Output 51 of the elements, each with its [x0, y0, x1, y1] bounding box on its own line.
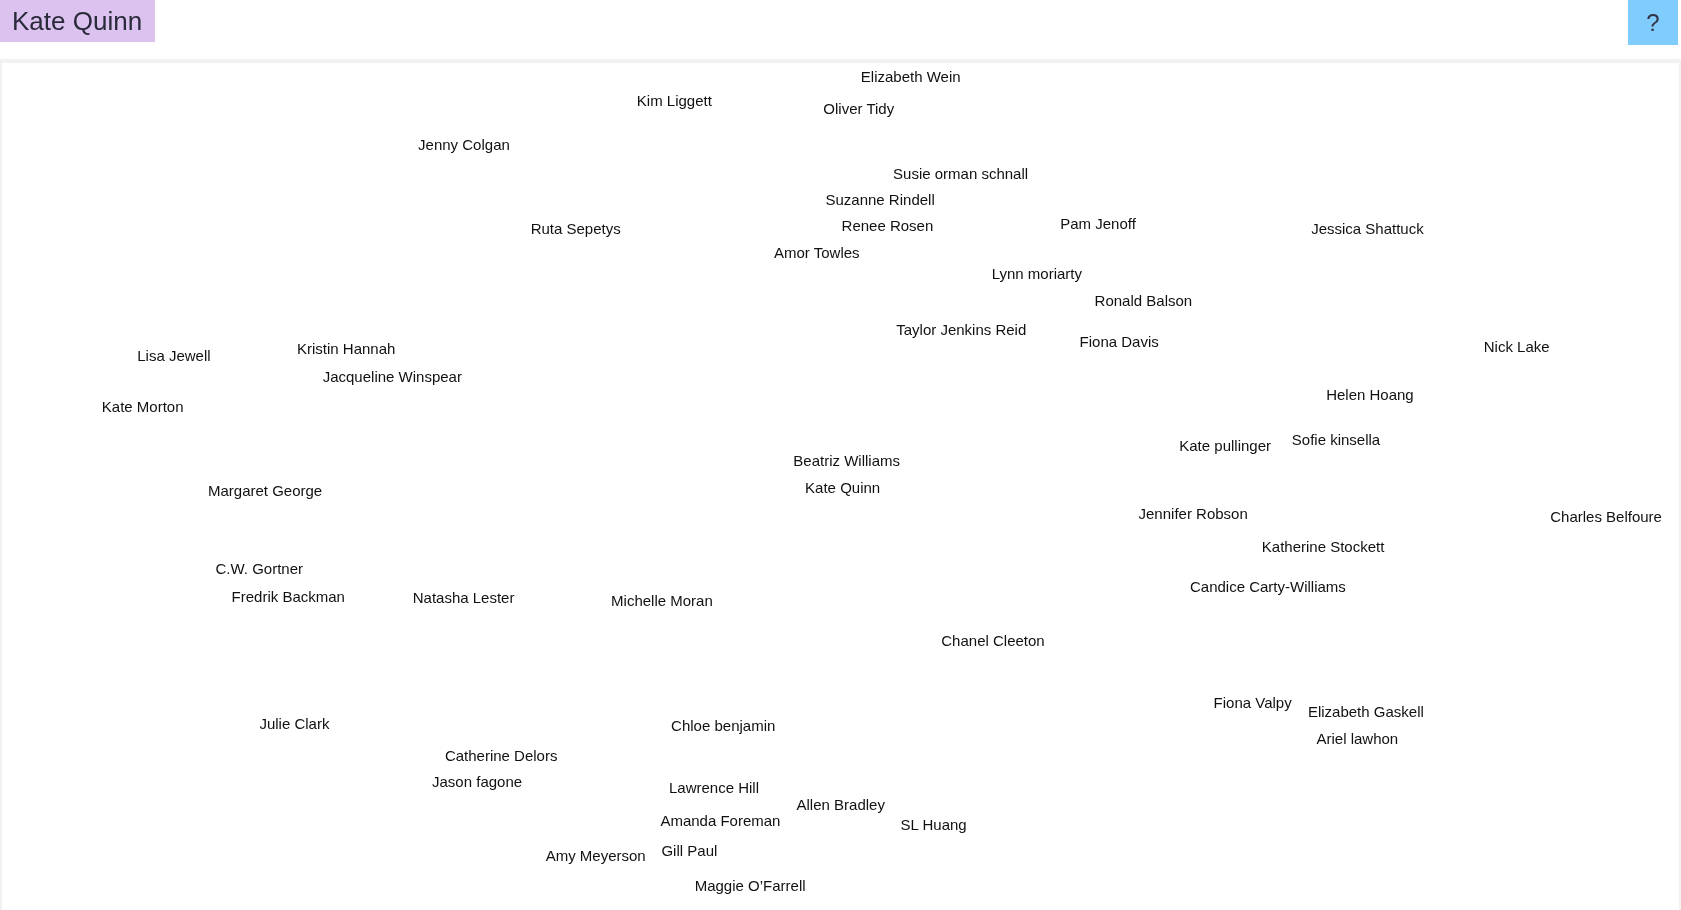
author-link[interactable]: Sofie kinsella [1291, 430, 1381, 449]
author-link[interactable]: SL Huang [900, 816, 967, 835]
author-link[interactable]: Fiona Valpy [1213, 694, 1292, 713]
author-link[interactable]: Catherine Delors [444, 746, 558, 765]
author-link[interactable]: Lawrence Hill [668, 778, 759, 797]
author-link[interactable]: Jennifer Robson [1138, 504, 1248, 523]
author-link[interactable]: Maggie O’Farrell [694, 876, 806, 895]
author-link[interactable]: Fredrik Backman [231, 588, 345, 607]
author-link[interactable]: Suzanne Rindell [825, 191, 935, 210]
author-link[interactable]: Jason fagone [432, 772, 523, 791]
author-link[interactable]: Ronald Balson [1094, 292, 1193, 311]
author-link[interactable]: Oliver Tidy [823, 100, 895, 119]
author-link[interactable]: Nick Lake [1483, 338, 1550, 357]
author-link[interactable]: Margaret George [207, 482, 323, 500]
author-link[interactable]: Charles Belfoure [1550, 507, 1662, 526]
author-link[interactable]: Jacqueline Winspear [322, 368, 462, 387]
author-link[interactable]: Natasha Lester [412, 589, 515, 608]
author-link[interactable]: Susie orman schnall [893, 164, 1029, 183]
author-link[interactable]: Fiona Davis [1079, 333, 1159, 351]
author-link[interactable]: Kim Liggett [636, 91, 712, 110]
author-link[interactable]: Renee Rosen [841, 217, 934, 236]
author-link[interactable]: Kate Quinn [805, 478, 881, 497]
author-link[interactable]: Amor Towles [774, 244, 860, 262]
author-link[interactable]: Amanda Foreman [660, 812, 781, 831]
author-link[interactable]: Candice Carty-Williams [1190, 578, 1346, 597]
author-link[interactable]: Katherine Stockett [1261, 537, 1385, 556]
author-link[interactable]: Lisa Jewell [137, 346, 211, 365]
author-link[interactable]: Helen Hoang [1326, 385, 1414, 404]
author-link[interactable]: Michelle Moran [611, 592, 713, 611]
author-link[interactable]: Amy Meyerson [545, 846, 646, 865]
author-link[interactable]: Gill Paul [661, 842, 718, 861]
author-link[interactable]: Beatriz Williams [793, 452, 900, 470]
author-link[interactable]: Pam Jenoff [1060, 215, 1136, 234]
author-link[interactable]: Taylor Jenkins Reid [896, 321, 1027, 340]
author-link[interactable]: Jessica Shattuck [1311, 220, 1424, 239]
author-link[interactable]: Ruta Sepetys [530, 220, 621, 239]
author-link[interactable]: C.W. Gortner [215, 560, 303, 579]
author-link[interactable]: Kate Morton [101, 398, 184, 417]
author-link[interactable]: Chanel Cleeton [941, 632, 1045, 651]
author-link[interactable]: Kate pullinger [1179, 436, 1271, 455]
author-link[interactable]: Elizabeth Wein [860, 68, 961, 87]
author-link[interactable]: Allen Bradley [796, 796, 885, 815]
author-link[interactable]: Lynn moriarty [991, 265, 1082, 284]
author-link[interactable]: Julie Clark [259, 714, 330, 733]
author-link[interactable]: Kristin Hannah [296, 340, 396, 359]
author-link[interactable]: Elizabeth Gaskell [1307, 702, 1424, 721]
author-link[interactable]: Ariel lawhon [1316, 729, 1399, 748]
author-link[interactable]: Chloe benjamin [671, 716, 776, 735]
author-link[interactable]: Jenny Colgan [418, 135, 510, 154]
help-button[interactable]: ? [1628, 0, 1678, 45]
map-title: Kate Quinn [0, 0, 156, 42]
